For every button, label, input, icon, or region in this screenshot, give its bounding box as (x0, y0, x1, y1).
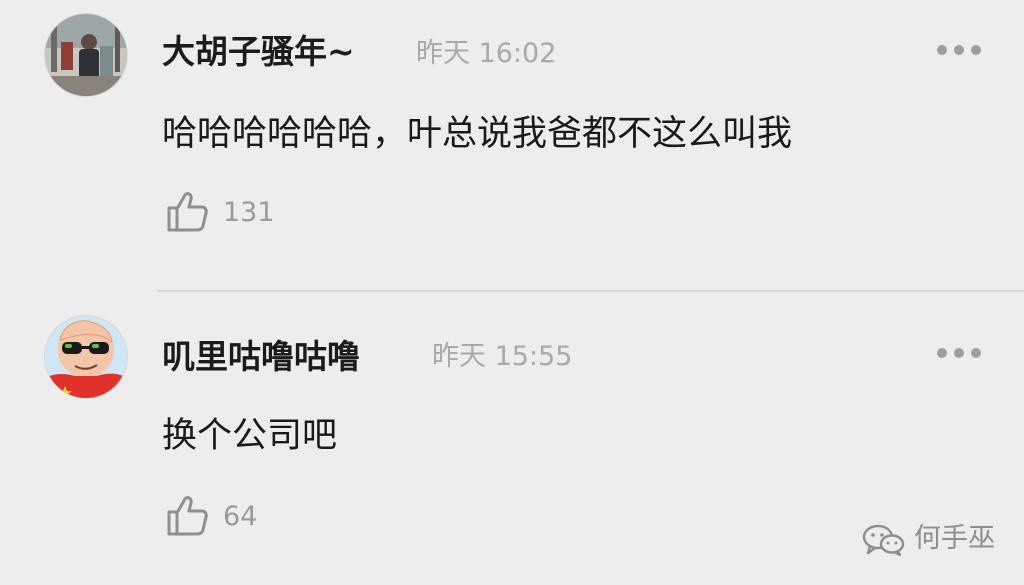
more-options-button[interactable] (936, 42, 982, 58)
thumbs-up-icon (167, 496, 208, 536)
like-count: 64 (223, 501, 258, 532)
user-avatar[interactable] (44, 13, 128, 97)
username[interactable]: 大胡子骚年~ (162, 32, 355, 72)
more-dots-icon (937, 348, 981, 358)
person-photo-avatar-icon (45, 14, 127, 96)
more-options-button[interactable] (936, 345, 982, 361)
username[interactable]: 叽里咕噜咕噜 (162, 337, 360, 377)
cartoon-sunglasses-avatar-icon (45, 316, 127, 398)
more-dots-icon (937, 45, 981, 55)
thumbs-up-icon (167, 192, 208, 232)
timestamp: 昨天 15:55 (432, 341, 573, 372)
user-avatar[interactable] (44, 315, 128, 399)
wechat-logo-icon (862, 524, 905, 556)
timestamp: 昨天 16:02 (416, 38, 557, 69)
comment-text: 哈哈哈哈哈哈，叶总说我爸都不这么叫我 (162, 114, 793, 154)
comment-text: 换个公司吧 (162, 416, 338, 456)
comment-item: 大胡子骚年~ 昨天 16:02 哈哈哈哈哈哈，叶总说我爸都不这么叫我 131 (0, 0, 1024, 292)
like-count: 131 (223, 197, 275, 228)
watermark-text: 何手巫 (914, 523, 995, 554)
